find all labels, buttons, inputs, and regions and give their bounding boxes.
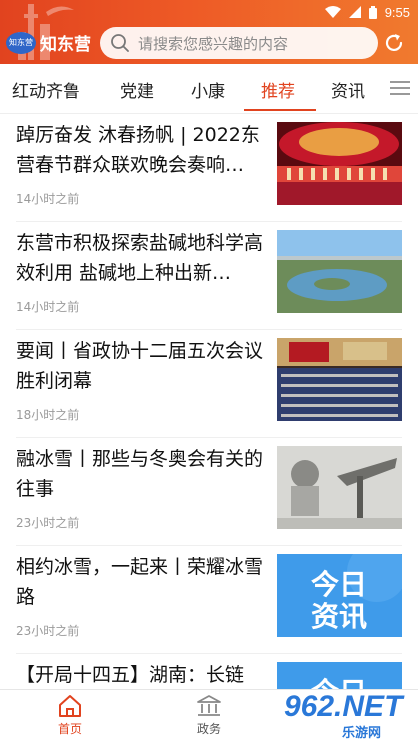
government-icon xyxy=(197,695,221,716)
bottom-tab-label: 首页 xyxy=(57,722,82,736)
tab-hongdong-qilu[interactable]: 红动齐鲁 xyxy=(12,77,80,102)
news-time: 18小时之前 xyxy=(16,408,80,422)
news-time: 23小时之前 xyxy=(16,624,80,638)
status-time: 9:55 xyxy=(384,4,410,20)
news-thumbnail-vintage[interactable] xyxy=(277,446,402,529)
news-item[interactable]: 【开局十四五】湖南：长链 今日 xyxy=(16,654,402,689)
tab-news[interactable]: 资讯 xyxy=(331,77,365,102)
card-text-line1: 今日 xyxy=(311,568,367,601)
logo-text: 知东营 xyxy=(40,35,91,55)
refresh-icon[interactable] xyxy=(382,31,406,55)
news-title: 踔厉奋发 沐春扬帆 | 2022东营春节群众联欢晚会奏响… xyxy=(16,124,260,176)
app-header: 9:55 知东营 知东营 请搜索您感兴趣的内容 xyxy=(0,0,418,64)
news-title: 相约冰雪，一起来丨荣耀冰雪路 xyxy=(16,556,264,608)
tab-recommend[interactable]: 推荐 xyxy=(261,77,295,102)
news-thumbnail-assembly[interactable] xyxy=(277,338,402,421)
news-title: 东营市积极探索盐碱地科学高效利用 盐碱地上种出新… xyxy=(16,232,264,284)
app-logo[interactable]: 知东营 知东营 xyxy=(6,30,91,55)
card-text-line2: 资讯 xyxy=(311,600,367,633)
news-title: 融冰雪丨那些与冬奥会有关的往事 xyxy=(16,448,264,500)
active-tab-indicator xyxy=(244,109,316,111)
watermark-number: 962.NET xyxy=(284,690,403,723)
news-feed: 踔厉奋发 沐春扬帆 | 2022东营春节群众联欢晚会奏响… 14小时之前 东营市… xyxy=(0,114,418,689)
battery-icon xyxy=(368,5,377,19)
news-time: 14小时之前 xyxy=(16,300,80,314)
logo-badge: 知东营 xyxy=(6,31,36,54)
news-item[interactable]: 要闻丨省政协十二届五次会议胜利闭幕 18小时之前 xyxy=(16,330,402,438)
bottom-tab-home[interactable]: 首页 xyxy=(30,694,110,737)
news-item[interactable]: 踔厉奋发 沐春扬帆 | 2022东营春节群众联欢晚会奏响… 14小时之前 xyxy=(16,114,402,222)
site-watermark: 962.NET 乐游网 xyxy=(282,690,416,742)
tab-dangjian[interactable]: 党建 xyxy=(120,77,154,102)
news-item[interactable]: 相约冰雪，一起来丨荣耀冰雪路 23小时之前 今日 资讯 xyxy=(16,546,402,654)
wifi-icon xyxy=(324,6,341,18)
search-placeholder: 请搜索您感兴趣的内容 xyxy=(138,34,289,53)
signal-icon xyxy=(348,6,361,18)
search-bar[interactable]: 请搜索您感兴趣的内容 xyxy=(100,27,378,59)
news-time: 14小时之前 xyxy=(16,192,80,206)
news-item[interactable]: 融冰雪丨那些与冬奥会有关的往事 23小时之前 xyxy=(16,438,402,546)
category-tabs: 红动齐鲁 党建 小康 推荐 资讯 xyxy=(0,64,418,114)
news-title: 要闻丨省政协十二届五次会议胜利闭幕 xyxy=(16,340,264,392)
news-item[interactable]: 东营市积极探索盐碱地科学高效利用 盐碱地上种出新… 14小时之前 xyxy=(16,222,402,330)
news-thumbnail-stage[interactable] xyxy=(277,122,402,205)
watermark-site-name: 乐游网 xyxy=(342,726,382,741)
news-title: 【开局十四五】湖南：长链 xyxy=(16,664,245,686)
news-thumbnail-today-news[interactable]: 今日 资讯 xyxy=(277,554,402,637)
news-thumbnail-aerial[interactable] xyxy=(277,230,402,313)
bottom-tab-government[interactable]: 政务 xyxy=(169,694,249,737)
news-time: 23小时之前 xyxy=(16,516,80,530)
bottom-tab-label: 政务 xyxy=(196,722,221,736)
news-thumbnail-today-news[interactable]: 今日 xyxy=(277,662,402,689)
card-text-line1: 今日 xyxy=(311,676,367,689)
tab-xiaokang[interactable]: 小康 xyxy=(191,77,225,102)
search-icon xyxy=(111,34,129,52)
status-bar: 9:55 xyxy=(324,2,410,22)
channel-menu-icon[interactable] xyxy=(388,78,412,98)
home-icon xyxy=(59,695,81,717)
